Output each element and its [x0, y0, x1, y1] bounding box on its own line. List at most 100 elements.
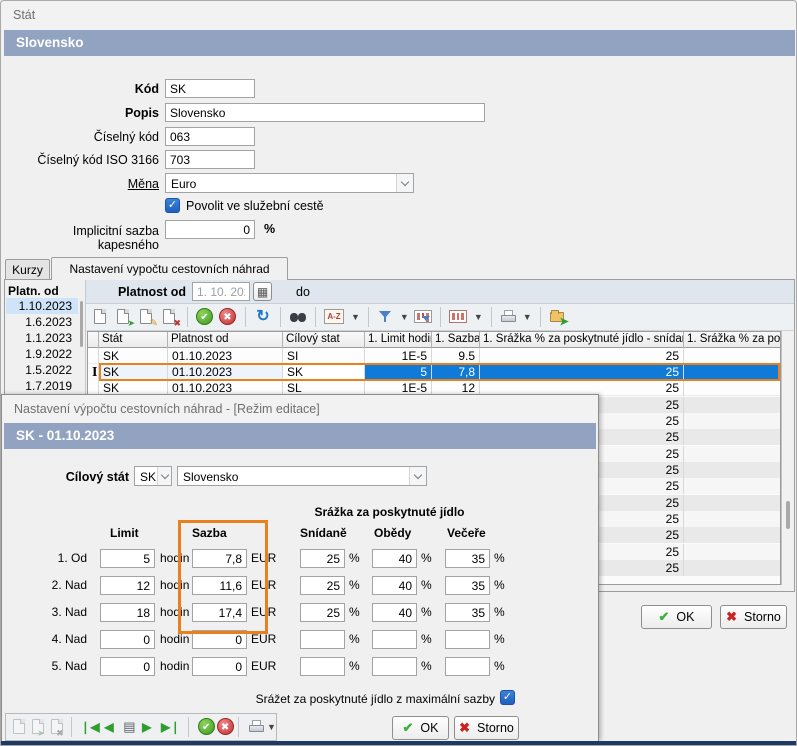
cilovy-stat-code-combobox[interactable]: SK — [134, 466, 172, 486]
limit-hodin-field[interactable] — [100, 549, 155, 568]
cancel-icon[interactable]: ✖ — [219, 308, 237, 326]
cilovy-stat-name-dropdown[interactable] — [409, 467, 426, 485]
mena-dropdown-button[interactable] — [396, 174, 413, 192]
search-icon[interactable] — [289, 308, 307, 326]
column-header[interactable]: 1. Srážka % za poskytnuté jídlo - snídan… — [480, 332, 684, 348]
storno-button[interactable]: ✖ Storno — [720, 605, 787, 629]
popis-field[interactable] — [165, 103, 485, 122]
column-header[interactable]: 1. Srážka % za pos — [684, 332, 781, 348]
column-header[interactable]: 1. Limit hodin — [365, 332, 432, 348]
last-record-icon[interactable]: ▶❘ — [161, 718, 179, 736]
list-item-date[interactable]: 1.7.2019 — [6, 378, 78, 394]
iso-kod-field[interactable] — [165, 150, 255, 169]
copy-record-icon[interactable]: ➤ — [30, 718, 43, 736]
filter-stats-icon[interactable] — [414, 308, 432, 326]
print-icon[interactable] — [500, 308, 518, 326]
accept-icon[interactable]: ✔ — [196, 308, 214, 326]
dialog-storno-button[interactable]: ✖ Storno — [454, 716, 519, 740]
obedy-field[interactable] — [372, 657, 417, 676]
dialog-ok-button[interactable]: ✔ OK — [392, 716, 449, 740]
dialog-titlebar[interactable]: Nastavení výpočtu cestovních náhrad - [R… — [2, 395, 598, 422]
record-list-icon[interactable]: ▤ — [123, 718, 136, 736]
limit-hodin-field[interactable] — [100, 630, 155, 649]
columns-dropdown-icon[interactable]: ▼ — [474, 308, 483, 326]
snidane-field[interactable] — [300, 549, 345, 568]
vecere-field[interactable] — [445, 549, 490, 568]
snidane-field[interactable] — [300, 657, 345, 676]
sazba-field[interactable] — [192, 603, 247, 622]
sazba-field[interactable] — [192, 576, 247, 595]
obedy-field[interactable] — [372, 549, 417, 568]
window-titlebar[interactable]: Stát — [1, 1, 797, 29]
table-scrollbar[interactable] — [781, 331, 794, 585]
ciselny-kod-field[interactable] — [165, 127, 255, 146]
new-record-icon[interactable] — [92, 308, 110, 326]
prev-record-icon[interactable]: ◀ — [104, 718, 117, 736]
kapesne-field[interactable] — [165, 220, 255, 239]
list-item-date[interactable]: 1.6.2023 — [6, 314, 78, 330]
tab-nastaveni-nahrad[interactable]: Nastavení vypočtu cestovních náhrad — [51, 257, 288, 280]
new-record-icon[interactable] — [11, 718, 24, 736]
copy-record-icon[interactable]: ➤ — [115, 308, 133, 326]
mena-combobox[interactable]: Euro — [165, 173, 414, 193]
kod-field[interactable] — [165, 79, 255, 98]
list-item-date[interactable]: 1.5.2022 — [6, 362, 78, 378]
calendar-button[interactable]: ▦ — [253, 282, 272, 301]
sazba-field[interactable] — [192, 549, 247, 568]
sort-icon[interactable]: A-Z — [324, 308, 346, 326]
print-dropdown-icon[interactable]: ▼ — [267, 718, 276, 736]
column-header[interactable]: Stát — [99, 332, 168, 348]
table-row[interactable]: SK 01.10.2023 SI 1E-5 9.5 25 — [88, 348, 780, 364]
first-record-icon[interactable]: ❘◀ — [80, 718, 98, 736]
delete-record-icon[interactable]: ✖ — [49, 718, 62, 736]
filter-icon[interactable] — [377, 308, 395, 326]
srazet-checkbox[interactable]: ✓ — [500, 690, 515, 705]
filter-date-input[interactable] — [192, 282, 250, 301]
edit-record-icon[interactable]: ✎ — [138, 308, 156, 326]
cilovy-stat-code-dropdown[interactable] — [157, 467, 171, 485]
vecere-field[interactable] — [445, 576, 490, 595]
ok-button[interactable]: ✔ OK — [641, 605, 712, 629]
sazba-field[interactable] — [192, 657, 247, 676]
obedy-field[interactable] — [372, 630, 417, 649]
limit-row-label: 2. Nad — [27, 578, 87, 592]
sazba-field[interactable] — [192, 630, 247, 649]
refresh-icon[interactable]: ↻ — [254, 308, 272, 326]
list-item-date[interactable]: 1.10.2023 — [6, 298, 78, 314]
cancel-icon[interactable]: ✖ — [217, 718, 230, 736]
snidane-field[interactable] — [300, 576, 345, 595]
list-item-date[interactable]: 1.9.2022 — [6, 346, 78, 362]
snidane-field[interactable] — [300, 630, 345, 649]
limit-hodin-field[interactable] — [100, 657, 155, 676]
export-icon[interactable]: ➤ — [549, 308, 567, 326]
delete-record-icon[interactable]: ✖ — [161, 308, 179, 326]
sort-dropdown-icon[interactable]: ▼ — [351, 308, 360, 326]
tab-kurzy[interactable]: Kurzy — [5, 259, 50, 280]
list-scrollbar-thumb[interactable] — [80, 301, 83, 347]
table-row-selected[interactable]: I SK 01.10.2023 SK 5 7,8 25 — [88, 364, 780, 380]
obedy-field[interactable] — [372, 576, 417, 595]
column-header[interactable]: 1. Sazba — [432, 332, 480, 348]
vecere-field[interactable] — [445, 630, 490, 649]
list-item-date[interactable]: 1.1.2023 — [6, 330, 78, 346]
cilovy-stat-name-combobox[interactable]: Slovensko — [177, 466, 427, 486]
next-record-icon[interactable]: ▶ — [142, 718, 155, 736]
column-header[interactable] — [88, 332, 99, 348]
vecere-field[interactable] — [445, 657, 490, 676]
limit-hodin-field[interactable] — [100, 576, 155, 595]
vecere-field[interactable] — [445, 603, 490, 622]
limit-hodin-field[interactable] — [100, 603, 155, 622]
mena-label[interactable]: Měna — [9, 177, 159, 191]
limit-row: 5. Nad hodin EUR % % % — [2, 657, 600, 676]
print-dropdown-icon[interactable]: ▼ — [523, 308, 532, 326]
accept-icon[interactable]: ✔ — [198, 718, 211, 736]
filter-dropdown-icon[interactable]: ▼ — [400, 308, 409, 326]
column-header[interactable]: Platnost od — [168, 332, 283, 348]
columns-icon[interactable] — [449, 308, 469, 326]
snidane-field[interactable] — [300, 603, 345, 622]
print-icon[interactable] — [248, 718, 261, 736]
obedy-field[interactable] — [372, 603, 417, 622]
povolit-checkbox[interactable]: ✓ — [165, 198, 180, 213]
column-header[interactable]: Cílový stat — [283, 332, 365, 348]
table-scrollbar-thumb[interactable] — [786, 501, 790, 529]
